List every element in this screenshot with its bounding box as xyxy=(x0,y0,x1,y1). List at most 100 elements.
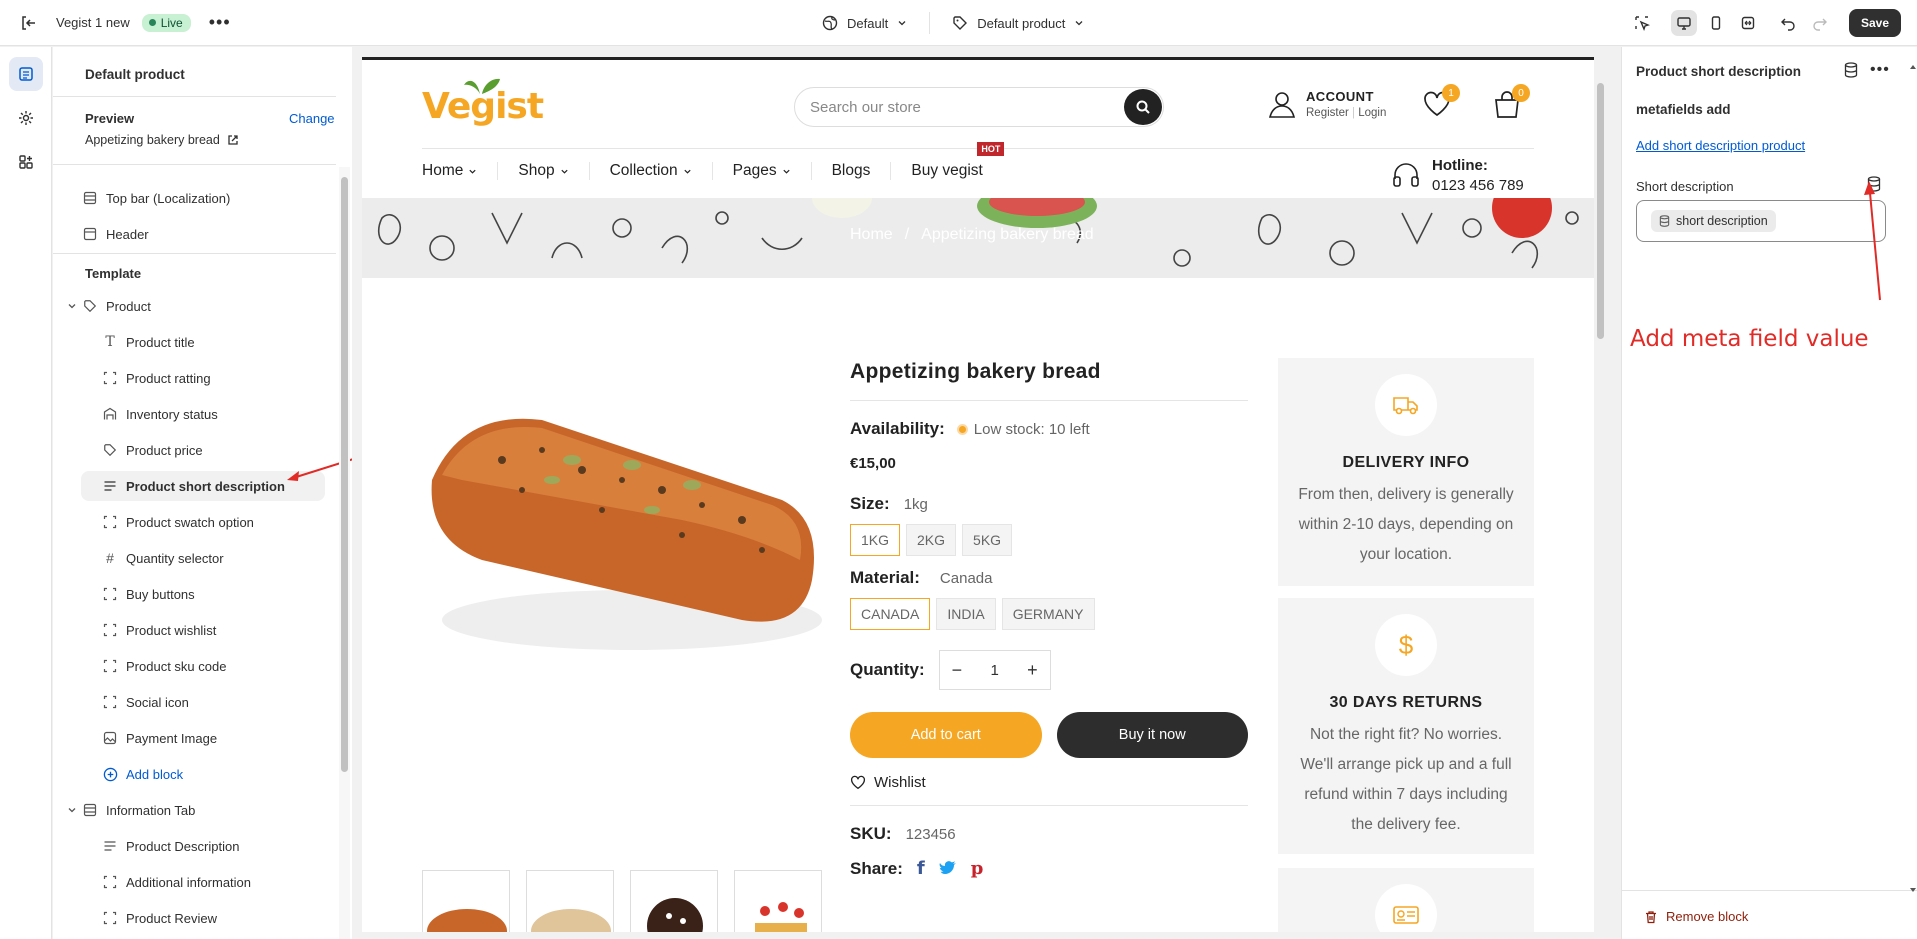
product-thumbnail[interactable] xyxy=(630,870,718,932)
size-option[interactable]: 1KG xyxy=(850,524,901,556)
facebook-icon[interactable]: f xyxy=(917,858,925,879)
block-icon xyxy=(101,621,119,639)
material-value: Canada xyxy=(939,569,993,587)
block-product-sku-code[interactable]: Product sku code xyxy=(101,651,352,681)
block-additional-information[interactable]: Additional information xyxy=(101,867,352,897)
panel-scrollbar[interactable] xyxy=(1909,47,1917,892)
change-preview-link[interactable]: Change xyxy=(289,111,335,126)
material-option[interactable]: CANADA xyxy=(850,598,931,630)
dynamic-source-chip[interactable]: short description xyxy=(1651,210,1776,232)
material-option[interactable]: GERMANY xyxy=(1001,598,1095,630)
store-search[interactable]: Search our store xyxy=(794,87,1164,127)
block-product-wishlist[interactable]: Product wishlist xyxy=(101,615,352,645)
service-description: From then, delivery is generally within … xyxy=(1298,486,1514,563)
apps-tab[interactable] xyxy=(9,145,43,179)
increase-button[interactable]: + xyxy=(1027,660,1038,681)
preview-product-link[interactable]: Appetizing bakery bread xyxy=(85,133,239,147)
nav-pages[interactable]: Pages xyxy=(733,162,812,180)
price-tag-icon xyxy=(101,441,119,459)
add-to-cart-button[interactable]: Add to cart xyxy=(850,712,1042,758)
service-description: Not the right fit? No worries. We'll arr… xyxy=(1300,726,1512,833)
search-button[interactable] xyxy=(1124,89,1162,125)
buy-now-button[interactable]: Buy it now xyxy=(1056,712,1248,758)
tag-icon xyxy=(953,16,968,30)
full-width-view-button[interactable] xyxy=(1735,10,1761,36)
pinterest-icon[interactable]: p xyxy=(971,858,984,879)
block-product-title[interactable]: T Product title xyxy=(101,327,352,357)
undo-button[interactable] xyxy=(1775,10,1801,36)
headset-icon xyxy=(1393,162,1419,187)
scroll-thumb[interactable] xyxy=(1597,83,1604,339)
nav-blogs[interactable]: Blogs xyxy=(832,162,892,180)
settings-tab[interactable] xyxy=(9,101,43,135)
material-options: CANADA INDIA GERMANY xyxy=(850,598,1248,630)
sidebar-item-label: Information Tab xyxy=(106,802,196,818)
block-inventory-status[interactable]: Inventory status xyxy=(101,399,352,429)
size-option[interactable]: 5KG xyxy=(962,524,1013,556)
preview-label: Preview xyxy=(85,111,135,126)
block-icon xyxy=(101,657,119,675)
scroll-thumb[interactable] xyxy=(341,177,348,772)
short-description-field[interactable]: short description xyxy=(1636,200,1886,242)
add-short-description-link[interactable]: Add short description product xyxy=(1636,138,1805,153)
wishlist-count: 1 xyxy=(1442,84,1460,102)
twitter-icon[interactable] xyxy=(939,860,957,877)
template-selector[interactable]: Default xyxy=(800,15,929,31)
database-icon[interactable] xyxy=(1844,62,1858,78)
inspector-button[interactable] xyxy=(1629,10,1655,36)
block-payment-image[interactable]: Payment Image xyxy=(101,723,352,753)
nav-buy-vegist[interactable]: Buy vegist HOT xyxy=(911,142,1005,180)
block-quantity-selector[interactable]: # Quantity selector xyxy=(101,543,352,573)
block-product-ratting[interactable]: Product ratting xyxy=(101,363,352,393)
product-price: €15,00 xyxy=(850,455,896,472)
more-options-button[interactable]: ••• xyxy=(1870,61,1890,79)
product-thumbnail[interactable] xyxy=(526,870,614,932)
nav-collection[interactable]: Collection xyxy=(610,162,713,180)
block-label: Product title xyxy=(126,334,195,350)
block-product-swatch-option[interactable]: Product swatch option xyxy=(101,507,352,537)
nav-shop[interactable]: Shop xyxy=(518,162,590,180)
block-icon xyxy=(101,369,119,387)
add-block-button[interactable]: Add block xyxy=(101,759,352,789)
product-main-image[interactable] xyxy=(422,370,822,700)
block-buy-buttons[interactable]: Buy buttons xyxy=(101,579,352,609)
block-social-icon[interactable]: Social icon xyxy=(101,687,352,717)
material-option[interactable]: INDIA xyxy=(936,598,996,630)
cart-header-button[interactable]: 0 xyxy=(1492,84,1530,120)
nav-label: Collection xyxy=(609,162,678,179)
redo-icon xyxy=(1813,18,1827,31)
live-dot xyxy=(148,19,156,26)
preview-scrollbar[interactable] xyxy=(1594,57,1606,932)
mobile-view-button[interactable] xyxy=(1703,10,1729,36)
cart-count: 0 xyxy=(1512,84,1530,102)
decrease-button[interactable]: − xyxy=(952,660,963,681)
sidebar-scrollbar[interactable] xyxy=(339,167,350,939)
store-logo[interactable]: Vegist xyxy=(422,86,544,127)
product-thumbnail[interactable] xyxy=(422,870,510,932)
sidebar-item-header[interactable]: Header xyxy=(81,219,352,249)
wishlist-header-button[interactable]: 1 xyxy=(1422,84,1460,118)
sidebar-item-product[interactable]: Product xyxy=(68,291,352,321)
block-product-review[interactable]: Product Review xyxy=(101,903,352,933)
wishlist-button[interactable]: Wishlist xyxy=(850,774,1248,791)
remove-block-button[interactable]: Remove block xyxy=(1644,909,1748,924)
product-selector[interactable]: Default product xyxy=(930,15,1106,31)
save-button[interactable]: Save xyxy=(1848,9,1901,37)
product-thumbnail[interactable] xyxy=(734,870,822,932)
sidebar-item-information-tab[interactable]: Information Tab xyxy=(68,795,352,825)
redo-button[interactable] xyxy=(1807,10,1833,36)
more-actions-button[interactable]: ••• xyxy=(209,12,231,33)
login-link[interactable]: Login xyxy=(1358,107,1386,119)
preview-product-name: Appetizing bakery bread xyxy=(85,133,220,147)
block-product-description[interactable]: Product Description xyxy=(101,831,352,861)
sections-icon xyxy=(19,67,33,81)
breadcrumb-home[interactable]: Home xyxy=(850,226,893,244)
quantity-input[interactable]: 1 xyxy=(990,662,998,679)
register-link[interactable]: Register xyxy=(1306,107,1349,119)
sidebar-item-top-bar[interactable]: Top bar (Localization) xyxy=(81,183,352,213)
size-option[interactable]: 2KG xyxy=(906,524,957,556)
nav-home[interactable]: Home xyxy=(422,162,499,180)
sections-tab[interactable] xyxy=(9,57,43,91)
exit-button[interactable] xyxy=(0,0,56,46)
desktop-view-button[interactable] xyxy=(1670,10,1697,36)
